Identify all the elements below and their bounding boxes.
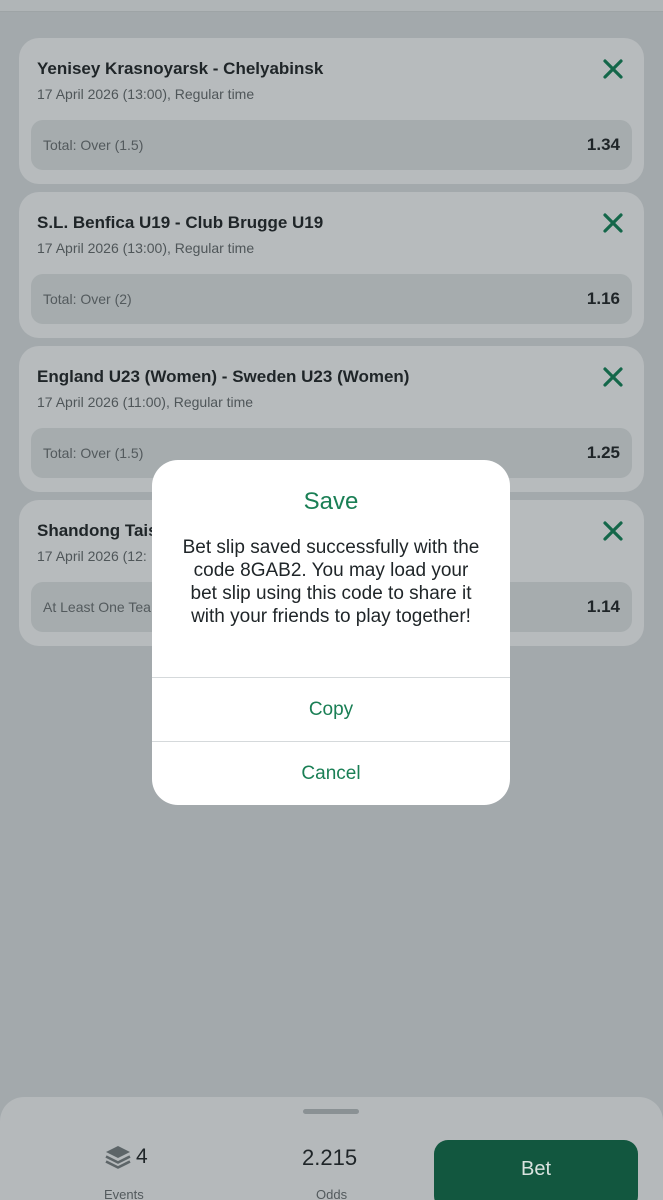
bet-card: Yenisey Krasnoyarsk - Chelyabinsk 17 Apr… bbox=[19, 38, 644, 184]
market-name: Total: Over (2) bbox=[43, 291, 132, 307]
bottom-sheet: 4 Events 2.215 Odds Bet bbox=[0, 1097, 663, 1200]
layers-icon bbox=[105, 1146, 131, 1169]
events-count: 4 bbox=[136, 1145, 148, 1168]
market-name: Total: Over (1.5) bbox=[43, 445, 144, 461]
cancel-button[interactable]: Cancel bbox=[152, 741, 510, 805]
bet-button[interactable]: Bet bbox=[434, 1140, 638, 1200]
copy-button[interactable]: Copy bbox=[152, 677, 510, 741]
close-icon[interactable] bbox=[600, 56, 626, 82]
market-name: Total: Over (1.5) bbox=[43, 137, 144, 153]
match-title: S.L. Benfica U19 - Club Brugge U19 bbox=[37, 213, 324, 232]
market-row: Total: Over (1.5) 1.34 bbox=[31, 120, 632, 170]
match-datetime: 17 April 2026 (13:00), Regular time bbox=[37, 86, 255, 102]
events-summary: 4 bbox=[104, 1143, 148, 1171]
events-label: Events bbox=[104, 1187, 144, 1200]
total-odds: 2.215 bbox=[302, 1145, 358, 1170]
drag-handle[interactable] bbox=[303, 1109, 359, 1114]
close-icon[interactable] bbox=[600, 518, 626, 544]
market-row: Total: Over (2) 1.16 bbox=[31, 274, 632, 324]
bet-card: S.L. Benfica U19 - Club Brugge U19 17 Ap… bbox=[19, 192, 644, 338]
market-name: At Least One Tea bbox=[43, 599, 151, 615]
save-dialog: Save Bet slip saved successfully with th… bbox=[152, 460, 510, 805]
market-odds: 1.25 bbox=[586, 443, 620, 462]
match-datetime: 17 April 2026 (13:00), Regular time bbox=[37, 240, 255, 256]
dialog-message: Bet slip saved successfully with the cod… bbox=[182, 537, 480, 627]
match-datetime: 17 April 2026 (11:00), Regular time bbox=[37, 394, 254, 410]
dialog-title: Save bbox=[303, 488, 359, 515]
market-odds: 1.14 bbox=[586, 597, 620, 616]
market-odds: 1.16 bbox=[586, 289, 620, 308]
close-icon[interactable] bbox=[600, 210, 626, 236]
close-icon[interactable] bbox=[600, 364, 626, 390]
match-title: Yenisey Krasnoyarsk - Chelyabinsk bbox=[37, 59, 324, 78]
top-bar bbox=[0, 0, 663, 12]
odds-label: Odds bbox=[316, 1187, 348, 1200]
market-odds: 1.34 bbox=[586, 135, 620, 154]
match-title: England U23 (Women) - Sweden U23 (Women) bbox=[37, 367, 410, 386]
